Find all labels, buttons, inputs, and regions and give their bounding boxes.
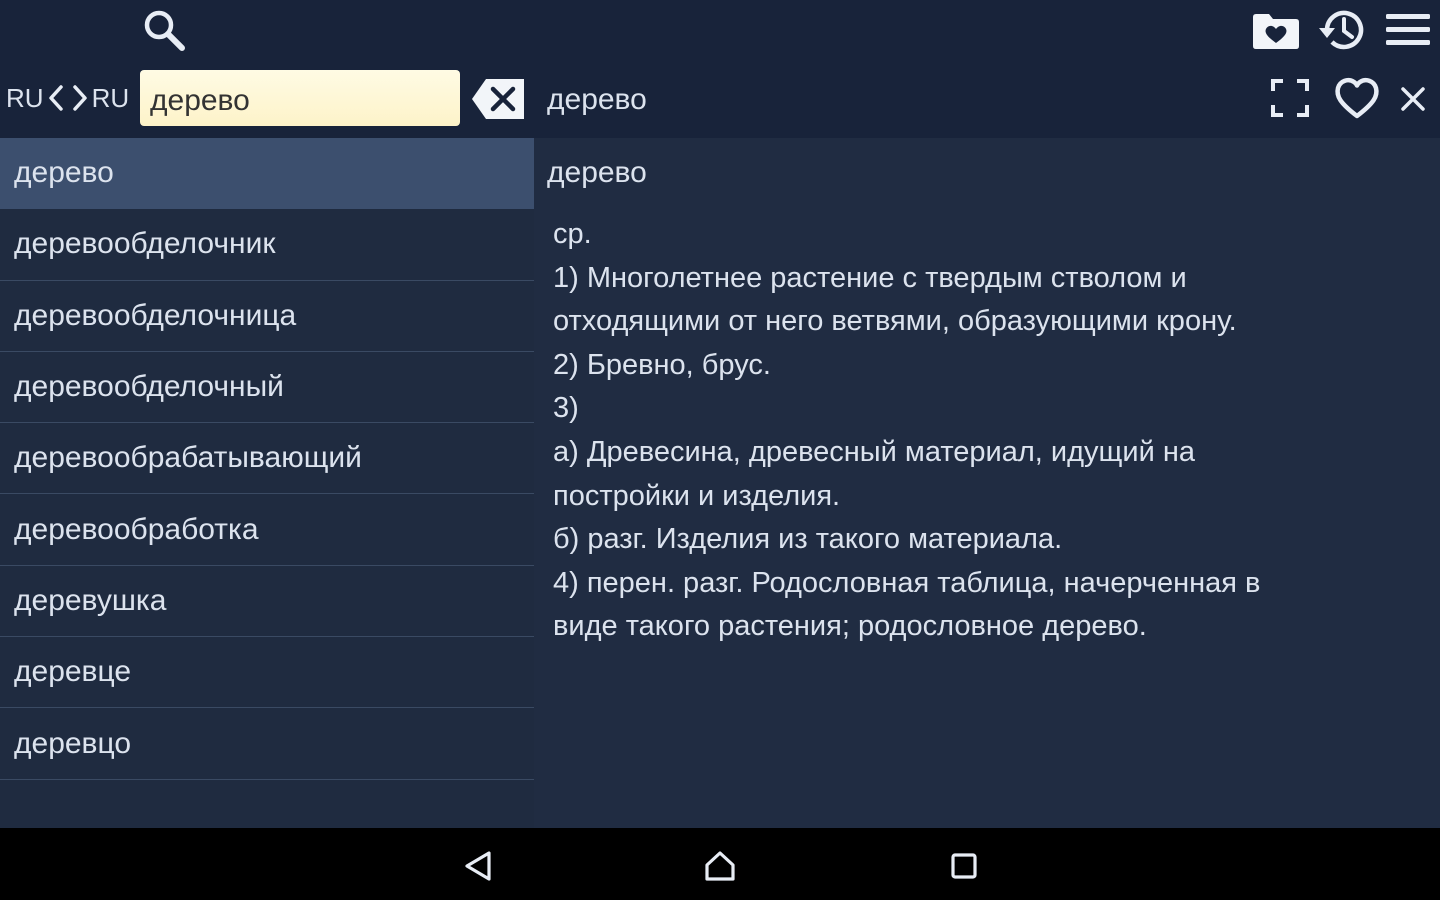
word-list: дерево деревообделочник деревообделочница д… [0,138,534,828]
article-line: виде такого растения; родословное дерево… [553,610,1147,643]
fullscreen-icon[interactable] [1266,74,1314,122]
word-list-item[interactable]: деревцо [0,708,534,780]
word-list-item[interactable]: деревце [0,637,534,709]
article-line: 2) Бревно, брус. [553,348,771,381]
article-body: ср. 1) Многолетнее растение с твердым ств… [553,213,1413,649]
source-language[interactable]: RU [6,83,44,114]
word-list-item[interactable]: деревообделочница [0,281,534,352]
article-line: 1) Многолетнее растение с твердым стволо… [553,261,1187,294]
article-line: постройки и изделия. [553,479,841,512]
history-icon[interactable] [1314,4,1370,56]
article-line: отходящими от него ветвями, образующими … [553,305,1237,338]
heart-outline-icon[interactable] [1330,72,1384,124]
word-list-item[interactable]: дерево [0,138,534,210]
word-list-item[interactable]: деревообделочный [0,352,534,424]
app-header: RU RU дерево [0,0,1440,138]
word-list-item[interactable]: деревушка [0,566,534,638]
dictionary-app: RU RU дерево дерево дерево деревообделоч… [0,0,1440,900]
back-triangle-icon[interactable] [458,846,498,886]
current-word-title: дерево [547,83,647,116]
search-input[interactable] [140,70,460,126]
recents-square-icon[interactable] [944,846,984,886]
search-icon[interactable] [138,4,190,56]
language-pair-selector: RU RU [6,78,129,118]
backspace-clear-icon[interactable] [470,76,526,122]
word-list-item[interactable]: деревообрабатывающий [0,423,534,495]
article-line: б) разг. Изделия из такого материала. [553,523,1063,556]
close-icon[interactable] [1394,80,1432,118]
system-navigation-bar [0,828,1440,900]
word-list-item[interactable]: деревообработка [0,494,534,566]
article-line: 4) перен. разг. Родословная таблица, нач… [553,566,1261,599]
article-line: 3) [553,392,579,425]
chevron-right-icon[interactable] [68,80,92,116]
article-line: а) Древесина, древесный материал, идущий… [553,435,1195,468]
folder-heart-icon[interactable] [1250,8,1302,54]
chevron-left-icon[interactable] [44,80,68,116]
word-list-item[interactable]: деревообделочник [0,209,534,281]
hamburger-menu-icon[interactable] [1382,6,1434,54]
article-panel: дерево ср. 1) Многолетнее растение с твер… [534,138,1440,828]
home-icon[interactable] [700,846,740,886]
article-line: ср. [553,218,592,250]
target-language[interactable]: RU [92,83,130,114]
article-headword: дерево [547,156,647,189]
